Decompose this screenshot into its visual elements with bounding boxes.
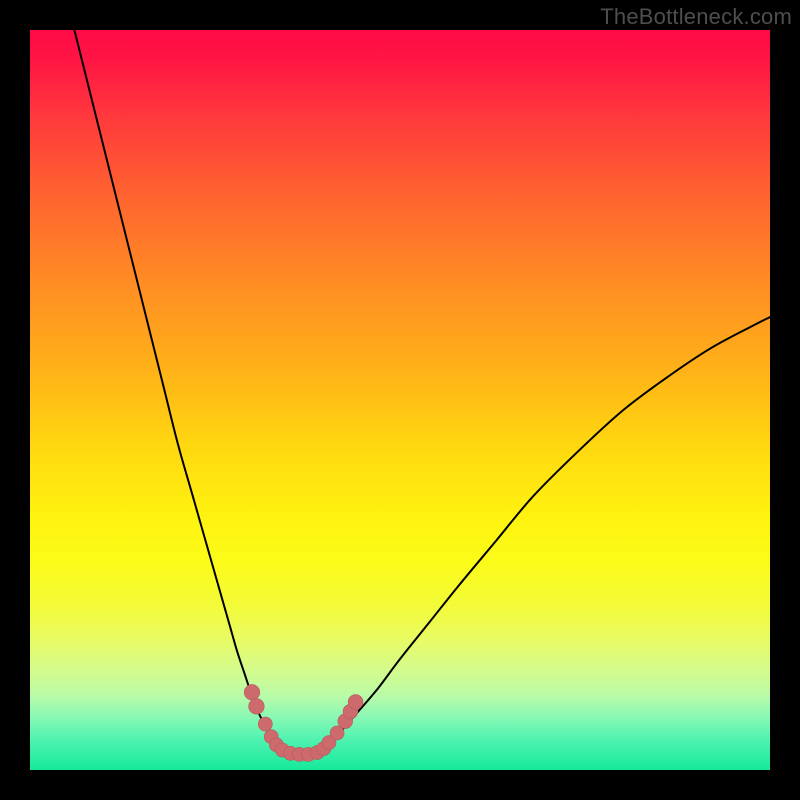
- chart-svg: [30, 30, 770, 770]
- data-marker: [244, 685, 260, 701]
- data-marker: [258, 717, 272, 731]
- curve-left-branch: [74, 30, 289, 753]
- data-marker: [249, 699, 265, 715]
- marker-group: [244, 685, 363, 762]
- plot-area: [30, 30, 770, 770]
- watermark-text: TheBottleneck.com: [600, 4, 792, 30]
- curve-right-branch: [319, 317, 770, 752]
- data-marker: [348, 695, 363, 710]
- chart-frame: TheBottleneck.com: [0, 0, 800, 800]
